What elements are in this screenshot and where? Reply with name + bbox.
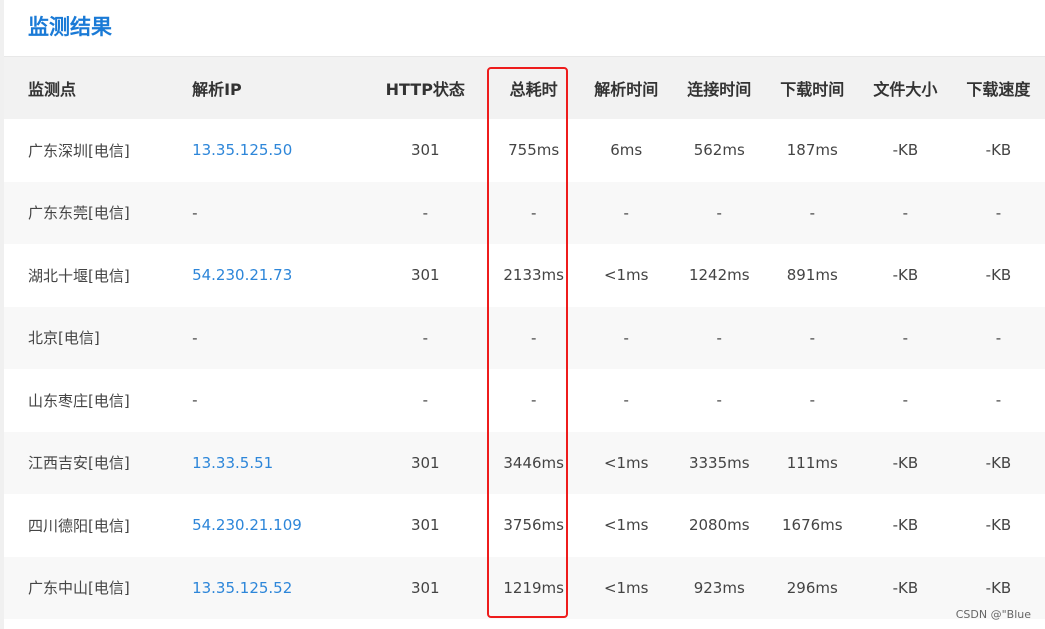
cell-file-size: -KB	[892, 516, 919, 535]
cell-http-status: -	[422, 328, 428, 347]
cell-resolve-time: <1ms	[603, 453, 649, 472]
cell-download-time: 1676ms	[782, 516, 843, 535]
table-row: 广东东莞[电信] - - - - - - - -	[4, 181, 1045, 244]
header-file-size: 文件大小	[873, 80, 938, 99]
cell-file-size: -KB	[892, 578, 919, 597]
cell-download-speed: -KB	[985, 141, 1012, 160]
table-row: 湖北十堰[电信] 54.230.21.73 301 2133ms <1ms 12…	[4, 244, 1045, 307]
cell-connect-time: 562ms	[693, 141, 745, 160]
cell-total-time: -	[530, 391, 537, 410]
cell-node: 山东枣庄[电信]	[28, 391, 130, 410]
cell-http-status: 301	[410, 141, 440, 160]
cell-total-time: 3446ms	[503, 453, 564, 472]
header-http-status: HTTP状态	[385, 80, 465, 99]
header-connect-time: 连接时间	[687, 80, 752, 99]
cell-download-time: -	[809, 203, 816, 222]
cell-node: 广东中山[电信]	[28, 579, 130, 598]
header-total-time: 总耗时	[509, 80, 558, 99]
header-download-speed: 下载速度	[966, 80, 1031, 99]
watermark: CSDN @"Blue	[955, 608, 1031, 621]
cell-http-status: 301	[410, 578, 440, 597]
ip-link[interactable]: 54.230.21.109	[192, 516, 302, 534]
cell-total-time: 755ms	[508, 141, 560, 160]
cell-node: 广东东莞[电信]	[28, 204, 130, 223]
cell-download-time: 187ms	[786, 141, 838, 160]
cell-file-size: -	[902, 203, 909, 222]
table-row: 广东深圳[电信] 13.35.125.50 301 755ms 6ms 562m…	[4, 119, 1045, 182]
cell-http-status: -	[422, 203, 428, 222]
cell-connect-time: -	[716, 328, 722, 347]
cell-ip: -	[192, 391, 198, 410]
cell-download-speed: -KB	[985, 266, 1012, 285]
cell-ip: -	[192, 203, 198, 222]
cell-connect-time: -	[716, 391, 722, 410]
ip-link[interactable]: 13.35.125.50	[192, 141, 292, 159]
cell-node: 江西吉安[电信]	[28, 454, 130, 473]
header-ip: 解析IP	[192, 80, 242, 99]
cell-resolve-time: -	[623, 328, 629, 347]
cell-http-status: -	[422, 391, 428, 410]
cell-node: 北京[电信]	[28, 329, 100, 348]
cell-connect-time: -	[716, 203, 722, 222]
cell-connect-time: 3335ms	[688, 453, 750, 472]
ip-link[interactable]: 13.33.5.51	[192, 454, 273, 472]
cell-total-time: 3756ms	[503, 516, 564, 535]
cell-resolve-time: -	[623, 203, 629, 222]
ip-link[interactable]: 13.35.125.52	[192, 579, 292, 597]
cell-download-time: -	[809, 391, 816, 410]
table-row: 山东枣庄[电信] - - - - - - - -	[4, 369, 1045, 432]
cell-total-time: -	[530, 203, 537, 222]
cell-http-status: 301	[410, 516, 440, 535]
header-download-time: 下载时间	[780, 80, 845, 99]
cell-download-time: 891ms	[786, 266, 838, 285]
cell-download-speed: -	[995, 328, 1002, 347]
cell-total-time: 1219ms	[503, 578, 564, 597]
cell-node: 湖北十堰[电信]	[28, 266, 130, 285]
cell-node: 广东深圳[电信]	[28, 141, 130, 160]
cell-file-size: -	[902, 391, 909, 410]
cell-connect-time: 2080ms	[688, 516, 750, 535]
cell-ip: -	[192, 328, 198, 347]
cell-download-speed: -KB	[985, 516, 1012, 535]
cell-http-status: 301	[410, 266, 440, 285]
cell-resolve-time: -	[623, 391, 629, 410]
table-row: 广东中山[电信] 13.35.125.52 301 1219ms <1ms 92…	[4, 556, 1045, 619]
table-row: 江西吉安[电信] 13.33.5.51 301 3446ms <1ms 3335…	[4, 431, 1045, 494]
results-table: 监测点 解析IP HTTP状态 总耗时 解析时间 连接时间 下载时间 文件大小 …	[4, 57, 1045, 619]
cell-download-speed: -	[995, 391, 1002, 410]
cell-connect-time: 923ms	[693, 578, 745, 597]
cell-connect-time: 1242ms	[688, 266, 750, 285]
cell-download-speed: -	[995, 203, 1002, 222]
cell-file-size: -KB	[892, 266, 919, 285]
cell-total-time: -	[530, 328, 537, 347]
header-node: 监测点	[28, 80, 77, 99]
cell-resolve-time: 6ms	[610, 141, 643, 160]
cell-resolve-time: <1ms	[603, 266, 649, 285]
cell-file-size: -	[902, 328, 909, 347]
cell-resolve-time: <1ms	[603, 578, 649, 597]
header-resolve-time: 解析时间	[594, 80, 659, 99]
cell-file-size: -KB	[892, 453, 919, 472]
cell-download-speed: -KB	[985, 453, 1012, 472]
cell-download-time: -	[809, 328, 816, 347]
cell-file-size: -KB	[892, 141, 919, 160]
table-row: 北京[电信] - - - - - - - -	[4, 306, 1045, 369]
cell-node: 四川德阳[电信]	[28, 516, 130, 535]
cell-total-time: 2133ms	[503, 266, 564, 285]
cell-http-status: 301	[410, 453, 440, 472]
cell-resolve-time: <1ms	[603, 516, 649, 535]
table-row: 四川德阳[电信] 54.230.21.109 301 3756ms <1ms 2…	[4, 494, 1045, 557]
ip-link[interactable]: 54.230.21.73	[192, 266, 292, 284]
cell-download-time: 296ms	[786, 578, 838, 597]
cell-download-time: 111ms	[786, 453, 838, 472]
table-header-row: 监测点 解析IP HTTP状态 总耗时 解析时间 连接时间 下载时间 文件大小 …	[4, 57, 1045, 119]
monitor-results-page: 监测结果 监测点 解析IP HTTP状态 总耗时 解析时间 连接时间 下载时间 …	[0, 0, 1045, 629]
page-title: 监测结果	[28, 15, 112, 39]
